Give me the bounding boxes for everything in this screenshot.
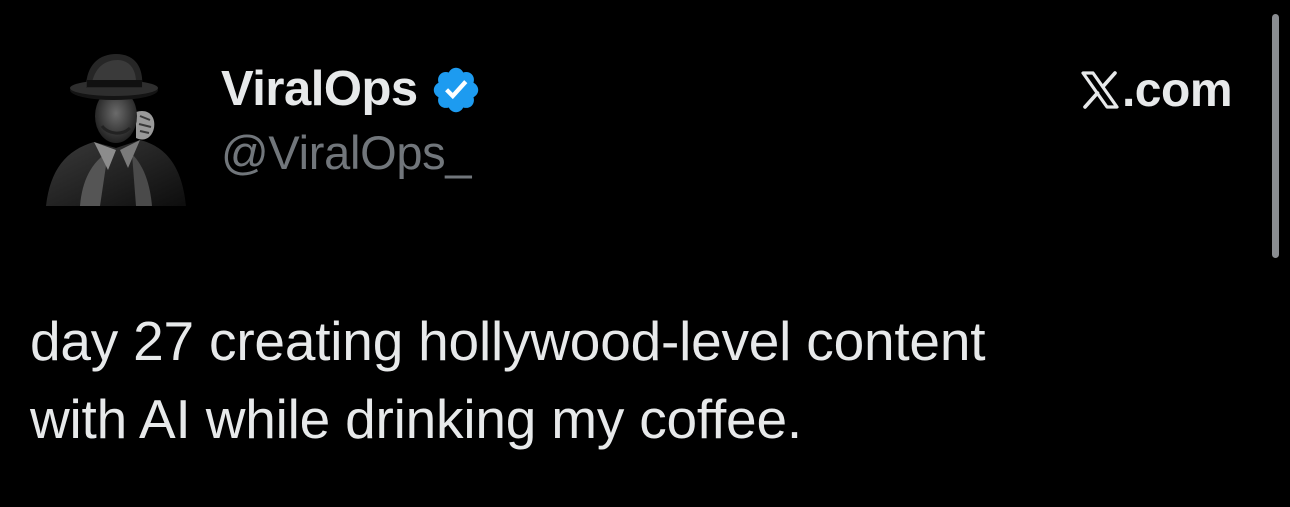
display-name[interactable]: ViralOps — [221, 61, 418, 117]
fedora-silhouette-avatar-icon — [46, 54, 186, 206]
tweet-card: ViralOps @ViralOps_ .com day 27 creating… — [0, 0, 1290, 507]
source-domain-text: .com — [1121, 63, 1233, 117]
source-label: .com — [1080, 60, 1233, 120]
author-handle[interactable]: @ViralOps_ — [221, 125, 472, 180]
tweet-text: day 27 creating hollywood-level content … — [30, 302, 1250, 458]
verified-badge-icon — [430, 64, 482, 116]
avatar[interactable] — [36, 42, 196, 206]
author-name-row[interactable]: ViralOps — [221, 58, 482, 120]
tweet-text-line: day 27 creating hollywood-level content — [30, 310, 986, 372]
x-logo-icon — [1080, 70, 1120, 110]
tweet-text-line: with AI while drinking my coffee. — [30, 388, 802, 450]
vertical-scrollbar[interactable] — [1272, 14, 1279, 258]
